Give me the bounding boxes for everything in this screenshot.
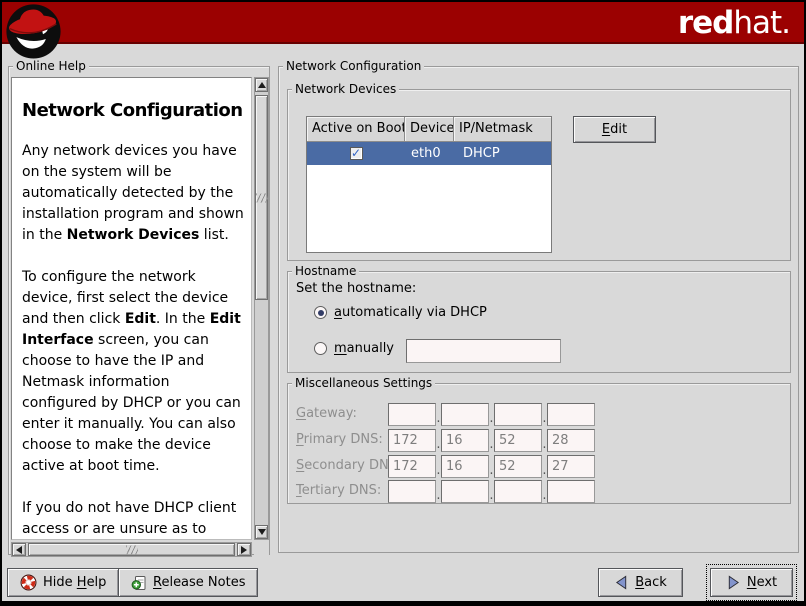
back-label: Back <box>635 575 667 590</box>
scroll-up-button[interactable] <box>255 78 268 92</box>
gateway-octet-4 <box>547 403 595 426</box>
active-on-boot-checkbox[interactable]: ✓ <box>350 147 363 160</box>
gateway-row: Gateway: . . . <box>288 403 790 426</box>
set-hostname-label: Set the hostname: <box>296 281 416 296</box>
header-banner: redhat. <box>2 2 804 44</box>
primary-dns-octet-4 <box>547 429 595 452</box>
column-header-active-on-boot[interactable]: Active on Boot <box>307 117 405 142</box>
column-header-ip-netmask[interactable]: IP/Netmask <box>454 117 551 142</box>
online-help-frame-label: Online Help <box>13 59 89 73</box>
scroll-left-icon <box>16 546 22 554</box>
tertiary-dns-label: Tertiary DNS: <box>296 483 381 498</box>
tertiary-dns-row: Tertiary DNS: . . . <box>288 480 790 503</box>
scroll-down-button[interactable] <box>255 525 268 539</box>
manual-label: manually <box>334 341 394 356</box>
tertiary-dns-octet-2 <box>441 480 489 503</box>
network-configuration-frame: Network Configuration Network Devices Ac… <box>278 66 799 553</box>
hostname-auto-dhcp-option[interactable]: automatically via DHCP <box>314 305 487 320</box>
secondary-dns-octet-4 <box>547 455 595 478</box>
help-horizontal-scrollbar[interactable] <box>11 542 252 557</box>
help-vertical-scrollbar[interactable] <box>254 77 269 540</box>
help-paragraph-3: If you do not have DHCP client access or… <box>22 498 245 540</box>
hostname-manual-option[interactable]: manually <box>314 341 394 356</box>
primary-dns-octet-1 <box>388 429 436 452</box>
tertiary-dns-octet-3 <box>494 480 542 503</box>
redhat-wordmark: redhat. <box>678 5 790 41</box>
radio-button-selected[interactable] <box>314 306 327 319</box>
next-label: Next <box>747 575 777 590</box>
secondary-dns-octet-1 <box>388 455 436 478</box>
online-help-frame: Online Help Network Configuration Any ne… <box>8 66 270 555</box>
miscellaneous-settings-frame-label: Miscellaneous Settings <box>292 376 435 390</box>
edit-button-label: Edit <box>602 122 627 137</box>
release-notes-icon <box>131 575 147 591</box>
scroll-up-icon <box>258 82 266 88</box>
table-header-row: Active on Boot Device IP/Netmask <box>307 117 551 142</box>
primary-dns-label: Primary DNS: <box>296 432 383 447</box>
back-button[interactable]: Back <box>598 568 683 597</box>
redhat-shadowman-logo <box>5 2 62 59</box>
ip-netmask-cell: DHCP <box>454 146 551 161</box>
secondary-dns-row: Secondary DNS: . . . <box>288 455 790 478</box>
next-button[interactable]: Next <box>710 568 793 597</box>
hide-help-button[interactable]: Hide Help <box>7 568 119 597</box>
wordmark-red: red <box>678 5 734 41</box>
help-paragraph-1: Any network devices you have on the syst… <box>22 141 245 246</box>
help-title: Network Configuration <box>22 100 245 121</box>
tertiary-dns-octet-1 <box>388 480 436 503</box>
back-arrow-icon <box>614 575 629 590</box>
vertical-scroll-thumb[interactable] <box>255 95 268 300</box>
network-devices-table: Active on Boot Device IP/Netmask ✓ eth0 … <box>306 116 552 253</box>
gateway-label: Gateway: <box>296 406 357 421</box>
network-devices-frame-label: Network Devices <box>292 82 399 96</box>
manual-hostname-input <box>406 339 561 363</box>
network-devices-frame: Network Devices Active on Boot Device IP… <box>287 89 791 261</box>
gateway-octet-3 <box>494 403 542 426</box>
gateway-octet-2 <box>441 403 489 426</box>
column-header-device[interactable]: Device <box>405 117 454 142</box>
life-preserver-icon <box>20 574 37 591</box>
scrollbar-corner <box>254 542 269 557</box>
auto-dhcp-label: automatically via DHCP <box>334 305 487 320</box>
installer-window: redhat. Online Help Network Configuratio… <box>0 0 806 606</box>
help-text-view: Network Configuration Any network device… <box>11 77 252 540</box>
primary-dns-octet-2 <box>441 429 489 452</box>
release-notes-button[interactable]: Release Notes <box>118 568 258 597</box>
edit-button[interactable]: Edit <box>573 116 656 143</box>
scroll-right-button[interactable] <box>237 543 251 556</box>
secondary-dns-octet-3 <box>494 455 542 478</box>
wordmark-hat: hat. <box>733 5 790 41</box>
miscellaneous-settings-frame: Miscellaneous Settings Gateway: . . . Pr… <box>287 383 791 504</box>
device-cell: eth0 <box>405 146 454 161</box>
primary-dns-row: Primary DNS: . . . <box>288 429 790 452</box>
hostname-frame: Hostname Set the hostname: automatically… <box>287 271 791 373</box>
tertiary-dns-octet-4 <box>547 480 595 503</box>
scroll-down-icon <box>258 529 266 535</box>
table-row-eth0[interactable]: ✓ eth0 DHCP <box>307 142 551 165</box>
gateway-octet-1 <box>388 403 436 426</box>
radio-button-unselected[interactable] <box>314 342 327 355</box>
scroll-right-icon <box>241 546 247 554</box>
release-notes-label: Release Notes <box>153 575 245 590</box>
horizontal-scroll-thumb[interactable] <box>28 543 235 556</box>
hostname-frame-label: Hostname <box>292 264 359 278</box>
scroll-left-button[interactable] <box>12 543 26 556</box>
secondary-dns-label: Secondary DNS: <box>296 458 401 473</box>
secondary-dns-octet-2 <box>441 455 489 478</box>
primary-dns-octet-3 <box>494 429 542 452</box>
hide-help-label: Hide Help <box>43 575 106 590</box>
next-arrow-icon <box>726 575 741 590</box>
help-paragraph-2: To configure the network device, first s… <box>22 267 245 477</box>
network-configuration-frame-label: Network Configuration <box>283 59 424 73</box>
